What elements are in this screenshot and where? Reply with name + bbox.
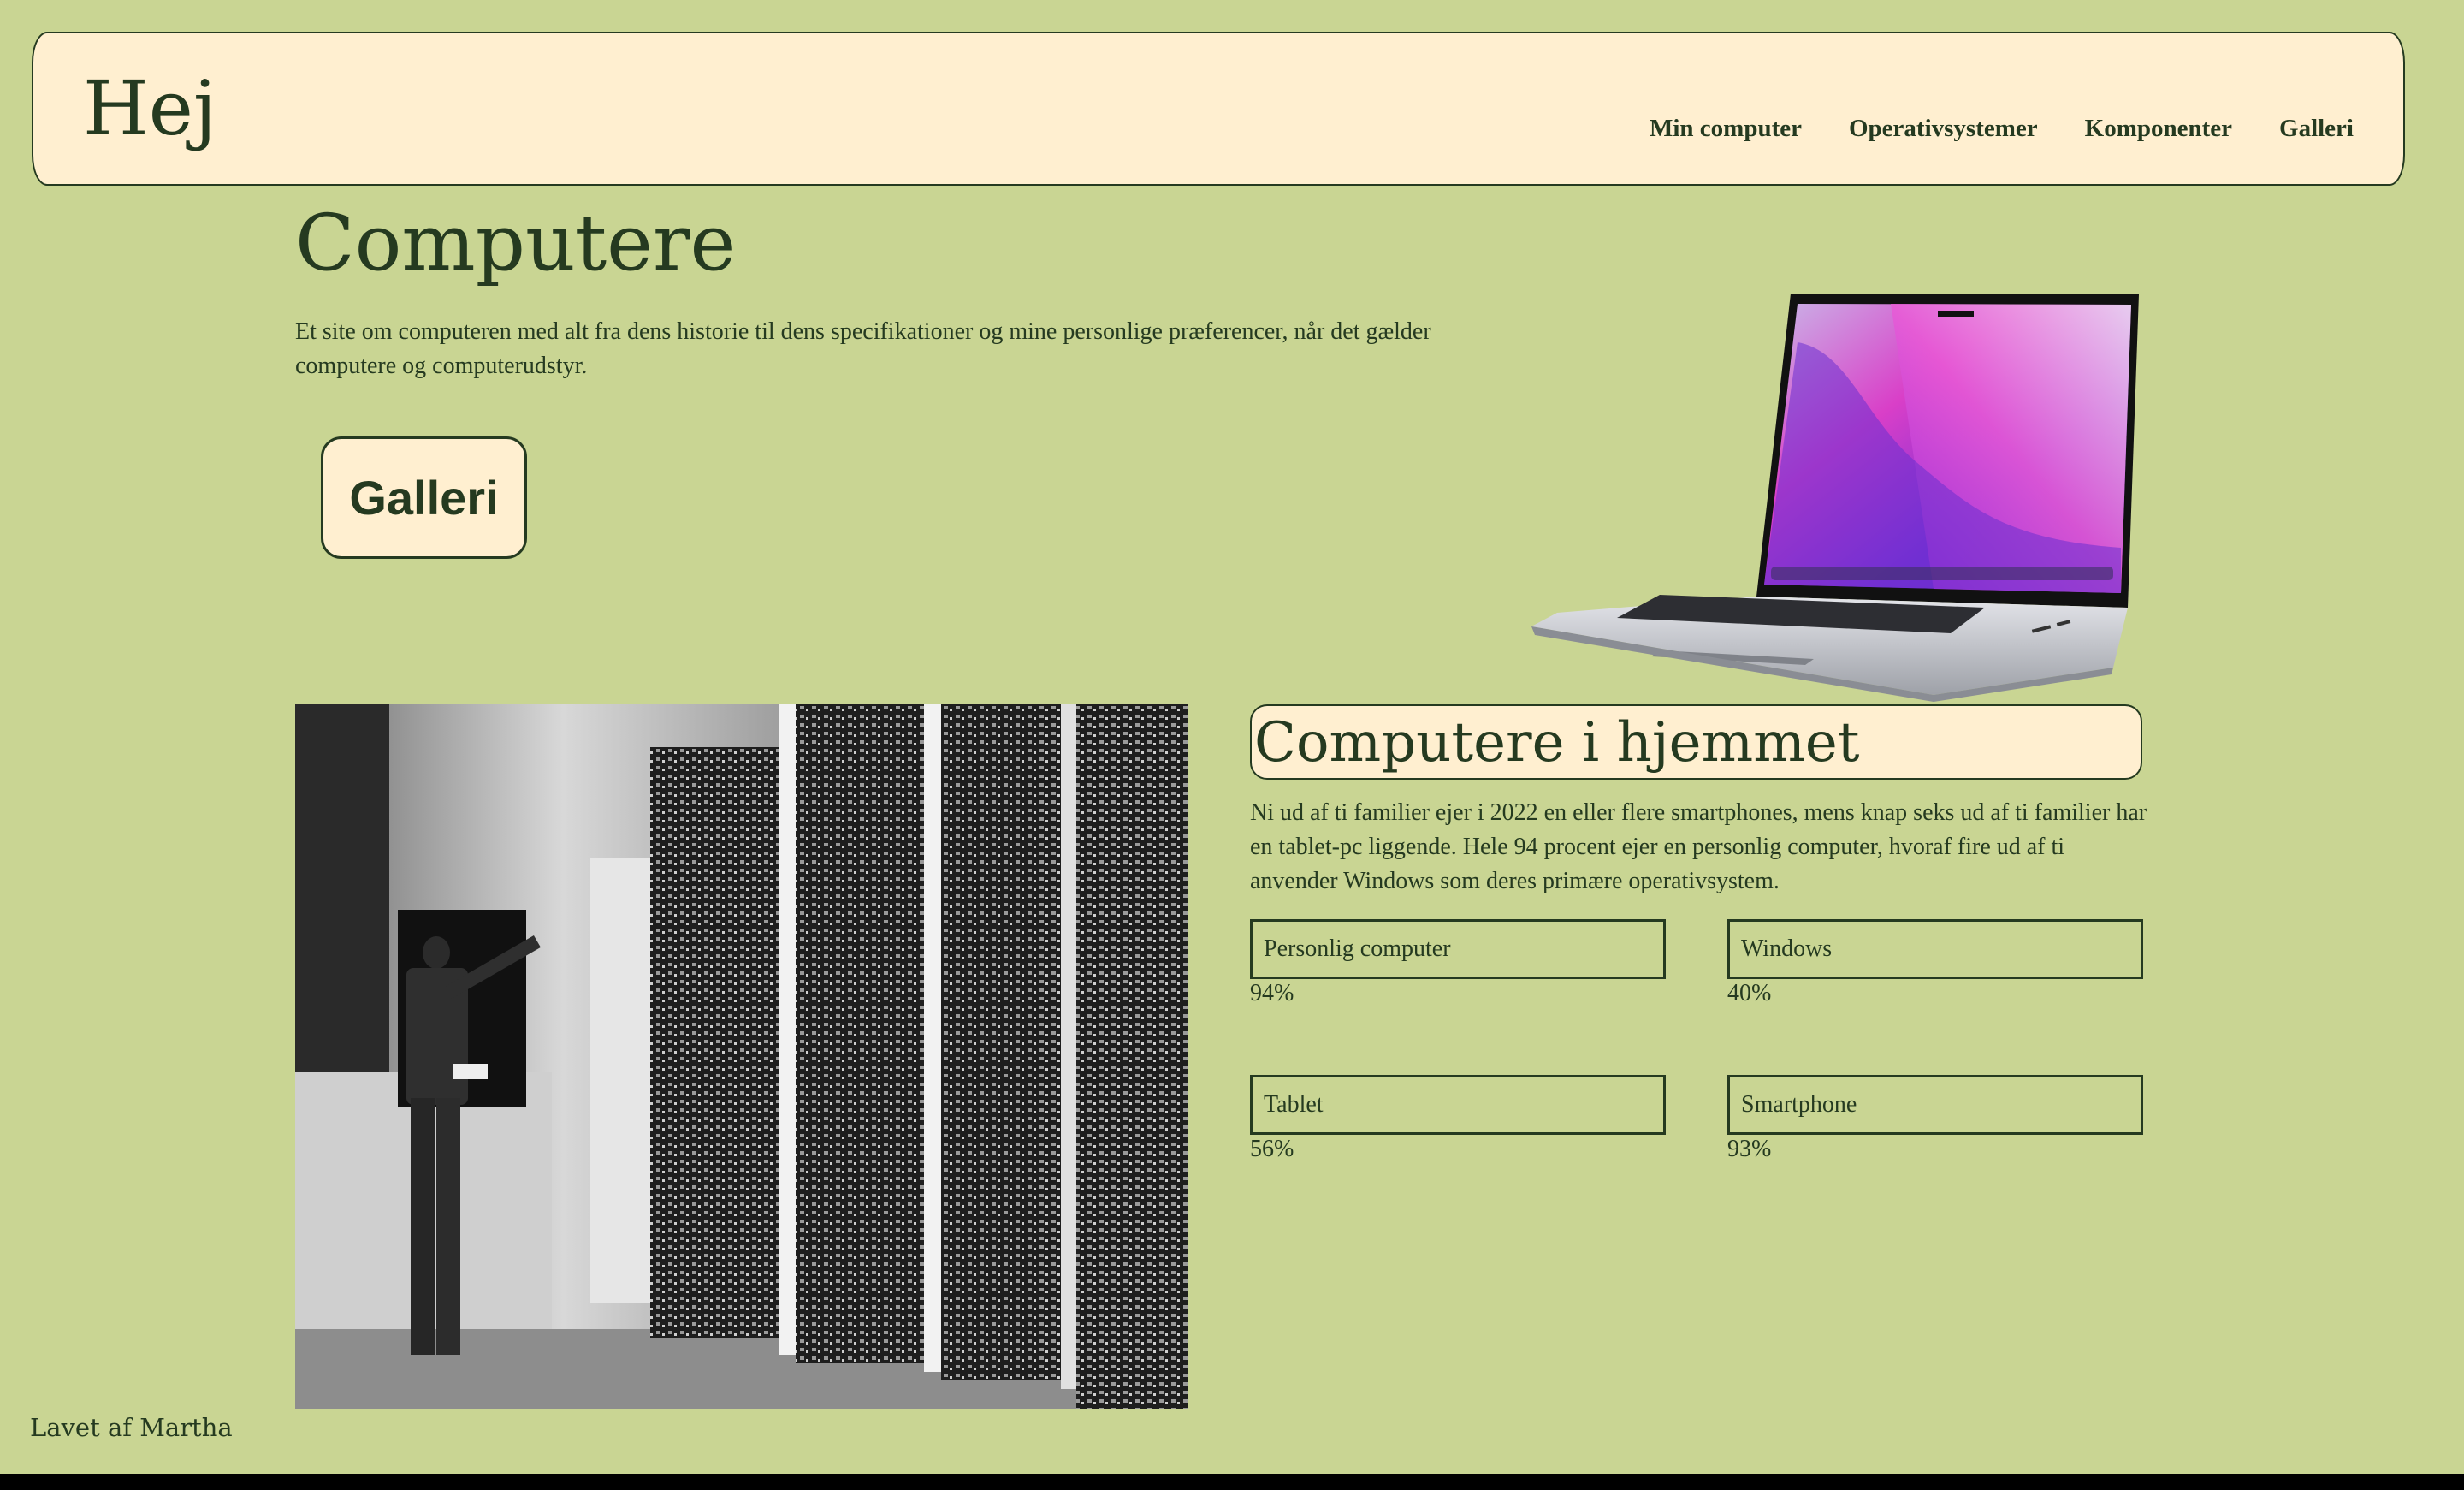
page-title: Computere	[295, 199, 737, 288]
nav-min-computer[interactable]: Min computer	[1650, 115, 1802, 143]
hero-description: Et site om computeren med alt fra dens h…	[295, 318, 1431, 379]
vintage-computer-photo	[295, 704, 1188, 1409]
stat-value-tablet: 56%	[1250, 1136, 1294, 1162]
section-title: Computere i hjemmet	[1250, 704, 2142, 780]
stat-label-tablet: Tablet	[1250, 1075, 1666, 1135]
bottom-bar	[0, 1474, 2464, 1490]
nav-operativsystemer[interactable]: Operativsystemer	[1849, 115, 2038, 143]
section-description: Ni ud af ti familier ejer i 2022 en elle…	[1250, 799, 2147, 894]
footer-credit: Lavet af Martha	[30, 1413, 233, 1442]
nav-galleri[interactable]: Galleri	[2279, 115, 2354, 143]
laptop-image	[1531, 294, 2139, 702]
stat-value-smartphone: 93%	[1727, 1136, 1772, 1162]
stat-label-personlig-computer: Personlig computer	[1250, 919, 1666, 979]
main-nav: Min computer Operativsystemer Komponente…	[1650, 115, 2354, 143]
stat-value-windows: 40%	[1727, 980, 1772, 1006]
nav-komponenter[interactable]: Komponenter	[2085, 115, 2232, 143]
site-brand[interactable]: Hej	[83, 66, 216, 151]
stat-value-personlig-computer: 94%	[1250, 980, 1294, 1006]
stat-label-smartphone: Smartphone	[1727, 1075, 2143, 1135]
site-header: Hej Min computer Operativsystemer Kompon…	[32, 32, 2405, 186]
stat-label-windows: Windows	[1727, 919, 2143, 979]
galleri-button[interactable]: Galleri	[321, 436, 527, 559]
